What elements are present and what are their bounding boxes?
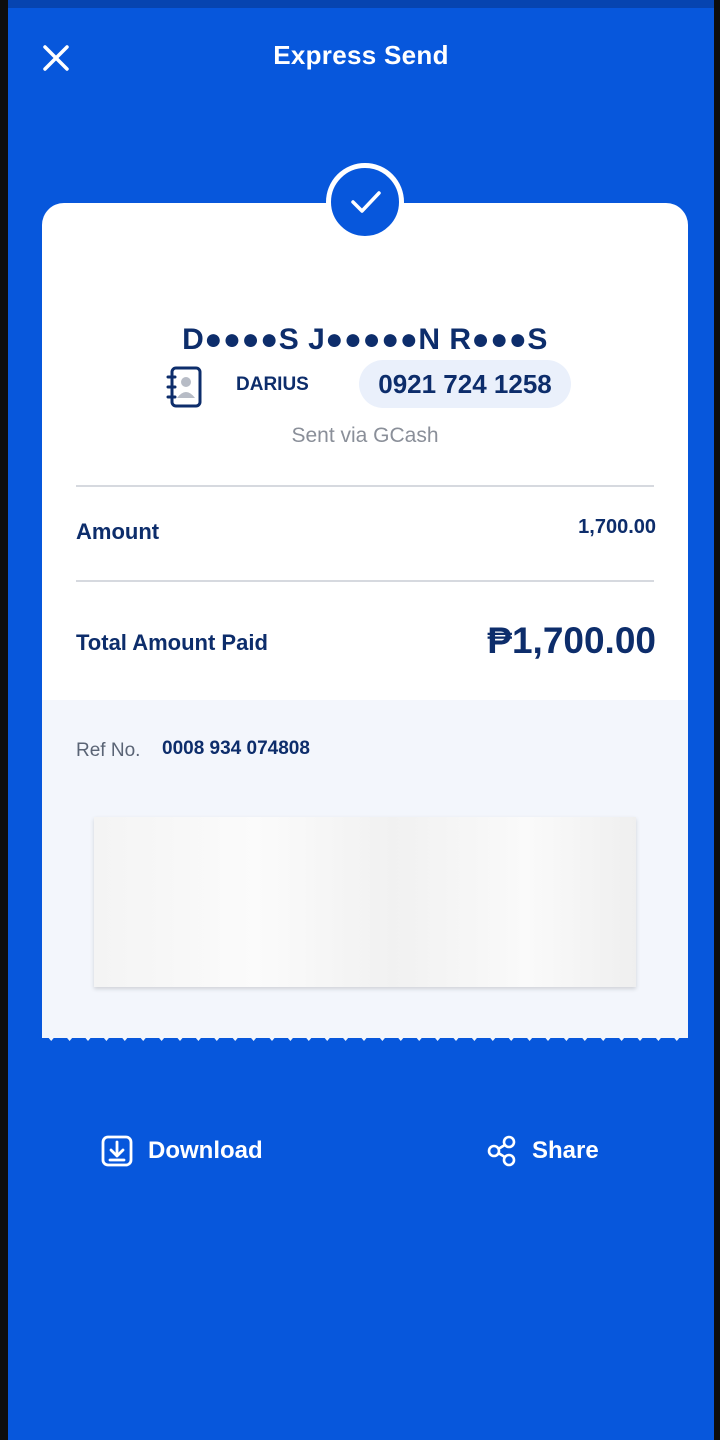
amount-label: Amount [76,519,160,544]
divider [76,485,654,487]
recipient-name: D●●●●S J●●●●●N R●●●S [182,323,548,356]
amount-value: 1,700.00 [578,516,656,538]
share-icon [487,1135,516,1167]
express-send-screen: Express Send D●●●●S J●●●●●N R●●●S DARIUS… [8,0,714,1440]
blank-placeholder-box [94,817,636,987]
total-amount-value: ₱1,700.00 [487,620,656,661]
phone-number: 0921 724 1258 [359,360,571,408]
share-button[interactable]: Share [486,1133,599,1169]
ref-number-label: Ref No. [76,740,141,761]
total-amount-label: Total Amount Paid [76,630,268,655]
divider [76,580,654,582]
status-bar-strip [8,0,714,8]
ref-number-value: 0008 934 074808 [162,738,310,759]
receipt-torn-edge [42,1030,688,1041]
page-title: Express Send [273,40,449,70]
sent-via-text: Sent via GCash [291,424,439,447]
contact-book-icon [166,366,202,408]
success-badge [326,163,404,241]
download-label: Download [148,1137,263,1164]
receipt-card: D●●●●S J●●●●●N R●●●S DARIUS 0921 724 125… [42,203,688,1038]
contact-name: DARIUS [236,374,309,395]
check-icon [351,191,381,213]
download-icon [101,1135,133,1167]
download-button[interactable]: Download [100,1133,263,1169]
share-label: Share [532,1137,599,1164]
